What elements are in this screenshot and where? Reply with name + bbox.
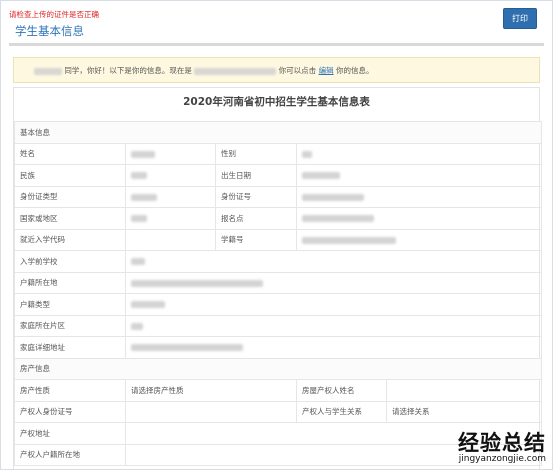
label-property-nature: 房产性质: [14, 379, 126, 402]
value-birth-date: [295, 164, 543, 187]
owner-hukou-field[interactable]: [124, 443, 543, 466]
section-title: 学生基本信息: [15, 24, 84, 38]
table-row: 姓名 性别: [14, 142, 543, 165]
label-id-type: 身份证类型: [14, 185, 126, 208]
label-owner-hukou: 产权人户籍所在地: [14, 443, 126, 466]
form-title: 2020年河南省初中招生学生基本信息表: [183, 96, 370, 108]
property-address-field[interactable]: [124, 422, 543, 445]
table-row: 国家或地区 报名点: [14, 207, 543, 230]
label-nearby-code: 就近入学代码: [14, 228, 126, 251]
table-row: 房产性质 请选择房产性质 房屋产权人姓名: [14, 379, 543, 402]
label-gender: 性别: [215, 142, 297, 165]
owner-name-field[interactable]: [385, 379, 543, 402]
table-row: 身份证类型 身份证号: [14, 185, 543, 208]
table-row: 民族 出生日期: [14, 164, 543, 187]
label-property-address: 产权地址: [14, 422, 126, 445]
table-row: 房产信息: [13, 357, 543, 380]
table-row: 家庭详细地址: [14, 336, 543, 359]
value-home-district: [124, 314, 543, 337]
upload-warning: 请检查上传的证件是否正确: [9, 10, 99, 19]
table-row: 基本信息: [13, 121, 543, 144]
label-ethnicity: 民族: [14, 164, 126, 187]
redacted-time: [194, 67, 277, 75]
value-country: [125, 207, 216, 230]
owner-relation-select[interactable]: 请选择关系: [385, 400, 543, 423]
notice-banner: 同学，你好！以下是你的信息。现在是 你可以点击 编辑 你的信息。: [13, 57, 540, 83]
value-nearby-code: [125, 228, 216, 251]
label-home-address: 家庭详细地址: [14, 336, 126, 359]
table-row: 家庭所在片区: [14, 314, 543, 337]
label-country: 国家或地区: [14, 207, 126, 230]
owner-id-field[interactable]: [125, 400, 297, 423]
value-id-type: [125, 185, 216, 208]
table-row: 产权人身份证号 产权人与学生关系 请选择关系: [14, 400, 543, 423]
table-row: 入学前学校: [14, 250, 543, 273]
value-enroll-point: [295, 207, 543, 230]
header-divider: [9, 43, 544, 46]
notice-suffix: 你的信息。: [335, 66, 374, 75]
value-name: [125, 142, 216, 165]
info-table: 基本信息 姓名 性别 民族 出生日期 身份证类型 身份证号 国家或地区 报名点 …: [13, 121, 543, 466]
page-frame: 请检查上传的证件是否正确 学生基本信息 打印 同学，你好！以下是你的信息。现在是…: [0, 0, 553, 470]
edit-link[interactable]: 编辑: [319, 66, 334, 75]
notice-middle: 你可以点击: [278, 66, 317, 75]
group-basic: 基本信息: [13, 121, 543, 144]
label-owner-name: 房屋产权人姓名: [296, 379, 387, 402]
label-student-no: 学籍号: [215, 228, 297, 251]
value-student-no: [295, 228, 543, 251]
redacted-name: [34, 67, 62, 75]
table-row: 户籍类型: [14, 293, 543, 316]
table-row: 户籍所在地: [14, 271, 543, 294]
label-prev-school: 入学前学校: [14, 250, 126, 273]
property-nature-select[interactable]: 请选择房产性质: [125, 379, 297, 402]
value-home-address: [124, 336, 543, 359]
value-ethnicity: [125, 164, 216, 187]
value-id-number: [295, 185, 543, 208]
value-gender: [295, 142, 543, 165]
table-row: 产权人户籍所在地: [14, 443, 543, 466]
value-prev-school: [124, 250, 543, 273]
table-row: 产权地址: [14, 422, 543, 445]
table-row: 就近入学代码 学籍号: [14, 228, 543, 251]
label-name: 姓名: [14, 142, 126, 165]
info-panel: 2020年河南省初中招生学生基本信息表 基本信息 姓名 性别 民族 出生日期 身…: [13, 87, 543, 469]
label-birth-date: 出生日期: [215, 164, 297, 187]
label-owner-relation: 产权人与学生关系: [296, 400, 387, 423]
value-hukou-location: [124, 271, 543, 294]
label-enroll-point: 报名点: [215, 207, 297, 230]
label-hukou-location: 户籍所在地: [14, 271, 126, 294]
label-home-district: 家庭所在片区: [14, 314, 126, 337]
notice-greeting: 同学，你好！以下是你的信息。现在是: [64, 66, 192, 75]
label-owner-id: 产权人身份证号: [14, 400, 126, 423]
group-property: 房产信息: [13, 357, 543, 380]
label-id-number: 身份证号: [215, 185, 297, 208]
label-hukou-type: 户籍类型: [14, 293, 126, 316]
value-hukou-type: [124, 293, 543, 316]
print-button[interactable]: 打印: [503, 8, 537, 29]
